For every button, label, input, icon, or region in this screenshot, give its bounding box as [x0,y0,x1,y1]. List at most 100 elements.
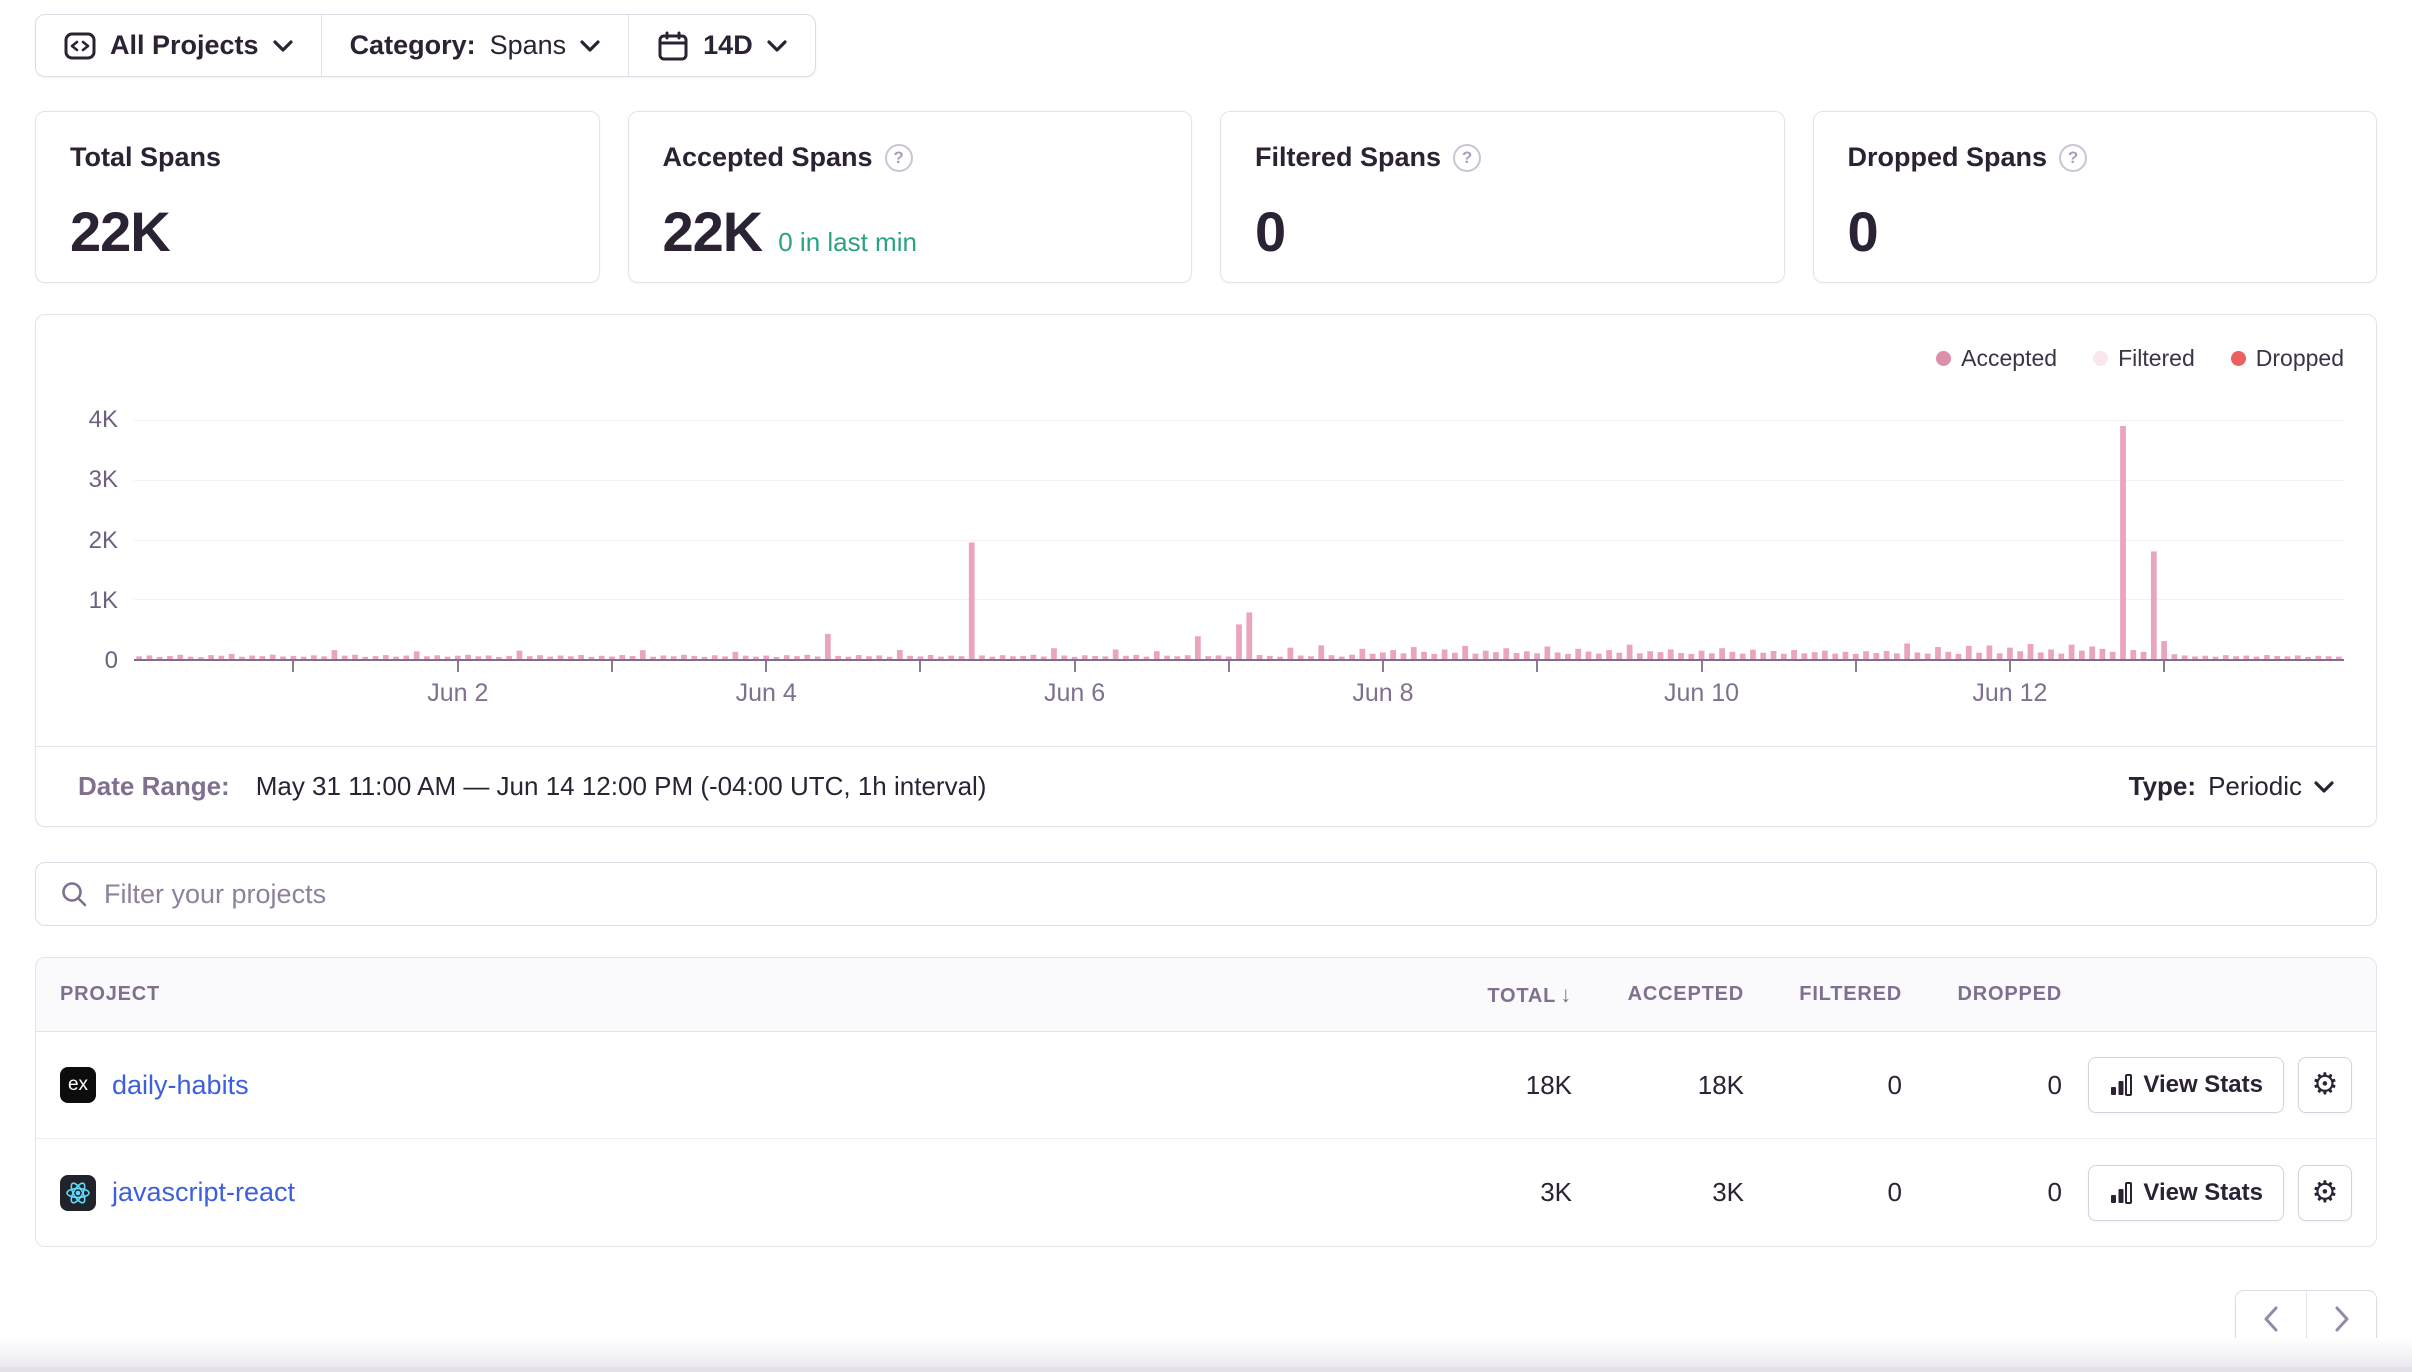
category-dropdown[interactable]: Category: Spans [321,15,629,76]
card-title: Dropped Spans [1848,142,2048,173]
gear-icon: ⚙ [2312,1070,2339,1100]
project-link[interactable]: daily-habits [112,1070,249,1101]
filter-projects-input[interactable] [104,879,2352,910]
column-header-total[interactable]: TOTAL↓ [1422,982,1572,1008]
dropped-spans-card: Dropped Spans ? 0 [1813,111,2378,283]
usage-chart-card: Accepted Filtered Dropped 4K 3K 2K 1K 0 [35,314,2377,827]
usage-chart: Accepted Filtered Dropped 4K 3K 2K 1K 0 [36,315,2376,746]
project-filter-dropdown[interactable]: All Projects [36,15,321,76]
x-axis-tick [292,661,294,672]
x-tick-label: Jun 10 [1664,679,1739,708]
x-axis-labels: Jun 2 Jun 4 Jun 6 Jun 8 Jun 10 Jun 12 [134,679,2344,719]
chevron-down-icon [2314,781,2334,793]
accepted-bars-series [134,420,2344,659]
card-value: 0 [1848,199,1878,264]
category-label: Category: [350,30,476,61]
gear-icon: ⚙ [2312,1178,2339,1208]
x-tick-label: Jun 6 [1044,679,1105,708]
help-icon[interactable]: ? [885,144,913,172]
page-bottom-edge [0,1338,2412,1372]
card-subtext: 0 in last min [778,227,917,258]
legend-item-filtered[interactable]: Filtered [2093,345,2195,372]
help-icon[interactable]: ? [2059,144,2087,172]
sort-desc-icon: ↓ [1560,982,1572,1007]
table-row: javascript-react 3K 3K 0 0 View Stats ⚙ [36,1139,2376,1246]
x-axis-ticks [134,661,2344,675]
card-title: Total Spans [70,142,221,173]
react-platform-icon [60,1175,96,1211]
type-dropdown[interactable]: Type: Periodic [2129,771,2334,802]
table-header-row: PROJECT TOTAL↓ ACCEPTED FILTERED DROPPED [36,958,2376,1032]
date-range-row: Date Range: May 31 11:00 AM — Jun 14 12:… [36,746,2376,826]
x-axis-tick [457,661,459,672]
accepted-spans-card: Accepted Spans ? 22K 0 in last min [628,111,1193,283]
filters-toolbar: All Projects Category: Spans 14D [35,14,816,77]
x-tick-label: Jun 8 [1352,679,1413,708]
project-filter-box [35,862,2377,926]
x-axis-tick [1536,661,1538,672]
chevron-down-icon [767,40,787,52]
chevron-right-icon [2334,1306,2350,1332]
x-axis-tick [1074,661,1076,672]
x-axis-tick [1855,661,1857,672]
legend-item-accepted[interactable]: Accepted [1936,345,2057,372]
card-value: 22K [663,199,763,264]
y-tick-label: 3K [89,466,118,494]
table-row: ex daily-habits 18K 18K 0 0 View Stats ⚙ [36,1032,2376,1139]
date-range-dropdown[interactable]: 14D [628,15,815,76]
search-icon [60,880,88,908]
column-header-dropped[interactable]: DROPPED [1902,983,2062,1006]
project-settings-button[interactable]: ⚙ [2298,1057,2352,1113]
chevron-left-icon [2263,1306,2279,1332]
card-title: Filtered Spans [1255,142,1441,173]
accepted-cell: 3K [1572,1177,1744,1208]
filtered-cell: 0 [1744,1177,1902,1208]
y-tick-label: 1K [89,587,118,615]
x-axis-tick [1228,661,1230,672]
dropped-cell: 0 [1902,1177,2062,1208]
chevron-down-icon [273,40,293,52]
bar-chart-icon [2109,1181,2133,1205]
express-platform-icon: ex [60,1067,96,1103]
x-tick-label: Jun 2 [427,679,488,708]
view-stats-button[interactable]: View Stats [2088,1165,2284,1221]
x-axis-tick [2163,661,2165,672]
x-axis-tick [1701,661,1703,672]
y-tick-label: 0 [105,647,118,675]
project-settings-button[interactable]: ⚙ [2298,1165,2352,1221]
column-header-filtered[interactable]: FILTERED [1744,983,1902,1006]
x-tick-label: Jun 4 [736,679,797,708]
bar-chart-icon [2109,1073,2133,1097]
filtered-dot-icon [2093,351,2108,366]
column-header-accepted[interactable]: ACCEPTED [1572,983,1744,1006]
filtered-cell: 0 [1744,1070,1902,1101]
help-icon[interactable]: ? [1453,144,1481,172]
projects-icon [64,32,96,60]
accepted-cell: 18K [1572,1070,1744,1101]
legend-item-dropped[interactable]: Dropped [2231,345,2344,372]
x-axis-tick [919,661,921,672]
total-cell: 3K [1422,1177,1572,1208]
date-range-value: 14D [703,30,753,61]
card-title: Accepted Spans [663,142,873,173]
card-value: 22K [70,199,170,264]
dropped-cell: 0 [1902,1070,2062,1101]
project-filter-value: All Projects [110,30,259,61]
projects-table: PROJECT TOTAL↓ ACCEPTED FILTERED DROPPED… [35,957,2377,1247]
chart-plot-area [134,420,2344,661]
stat-cards: Total Spans 22K Accepted Spans ? 22K 0 i… [35,111,2377,283]
chart-legend: Accepted Filtered Dropped [68,341,2344,375]
project-link[interactable]: javascript-react [112,1177,295,1208]
x-tick-label: Jun 12 [1972,679,2047,708]
date-range-label: Date Range: [78,771,230,802]
stats-page: All Projects Category: Spans 14D Total S… [0,0,2412,1372]
category-value: Spans [490,30,567,61]
accepted-dot-icon [1936,351,1951,366]
card-value: 0 [1255,199,1285,264]
column-header-project[interactable]: PROJECT [60,983,1422,1006]
filtered-spans-card: Filtered Spans ? 0 [1220,111,1785,283]
view-stats-button[interactable]: View Stats [2088,1057,2284,1113]
total-cell: 18K [1422,1070,1572,1101]
x-axis-tick [2009,661,2011,672]
dropped-dot-icon [2231,351,2246,366]
